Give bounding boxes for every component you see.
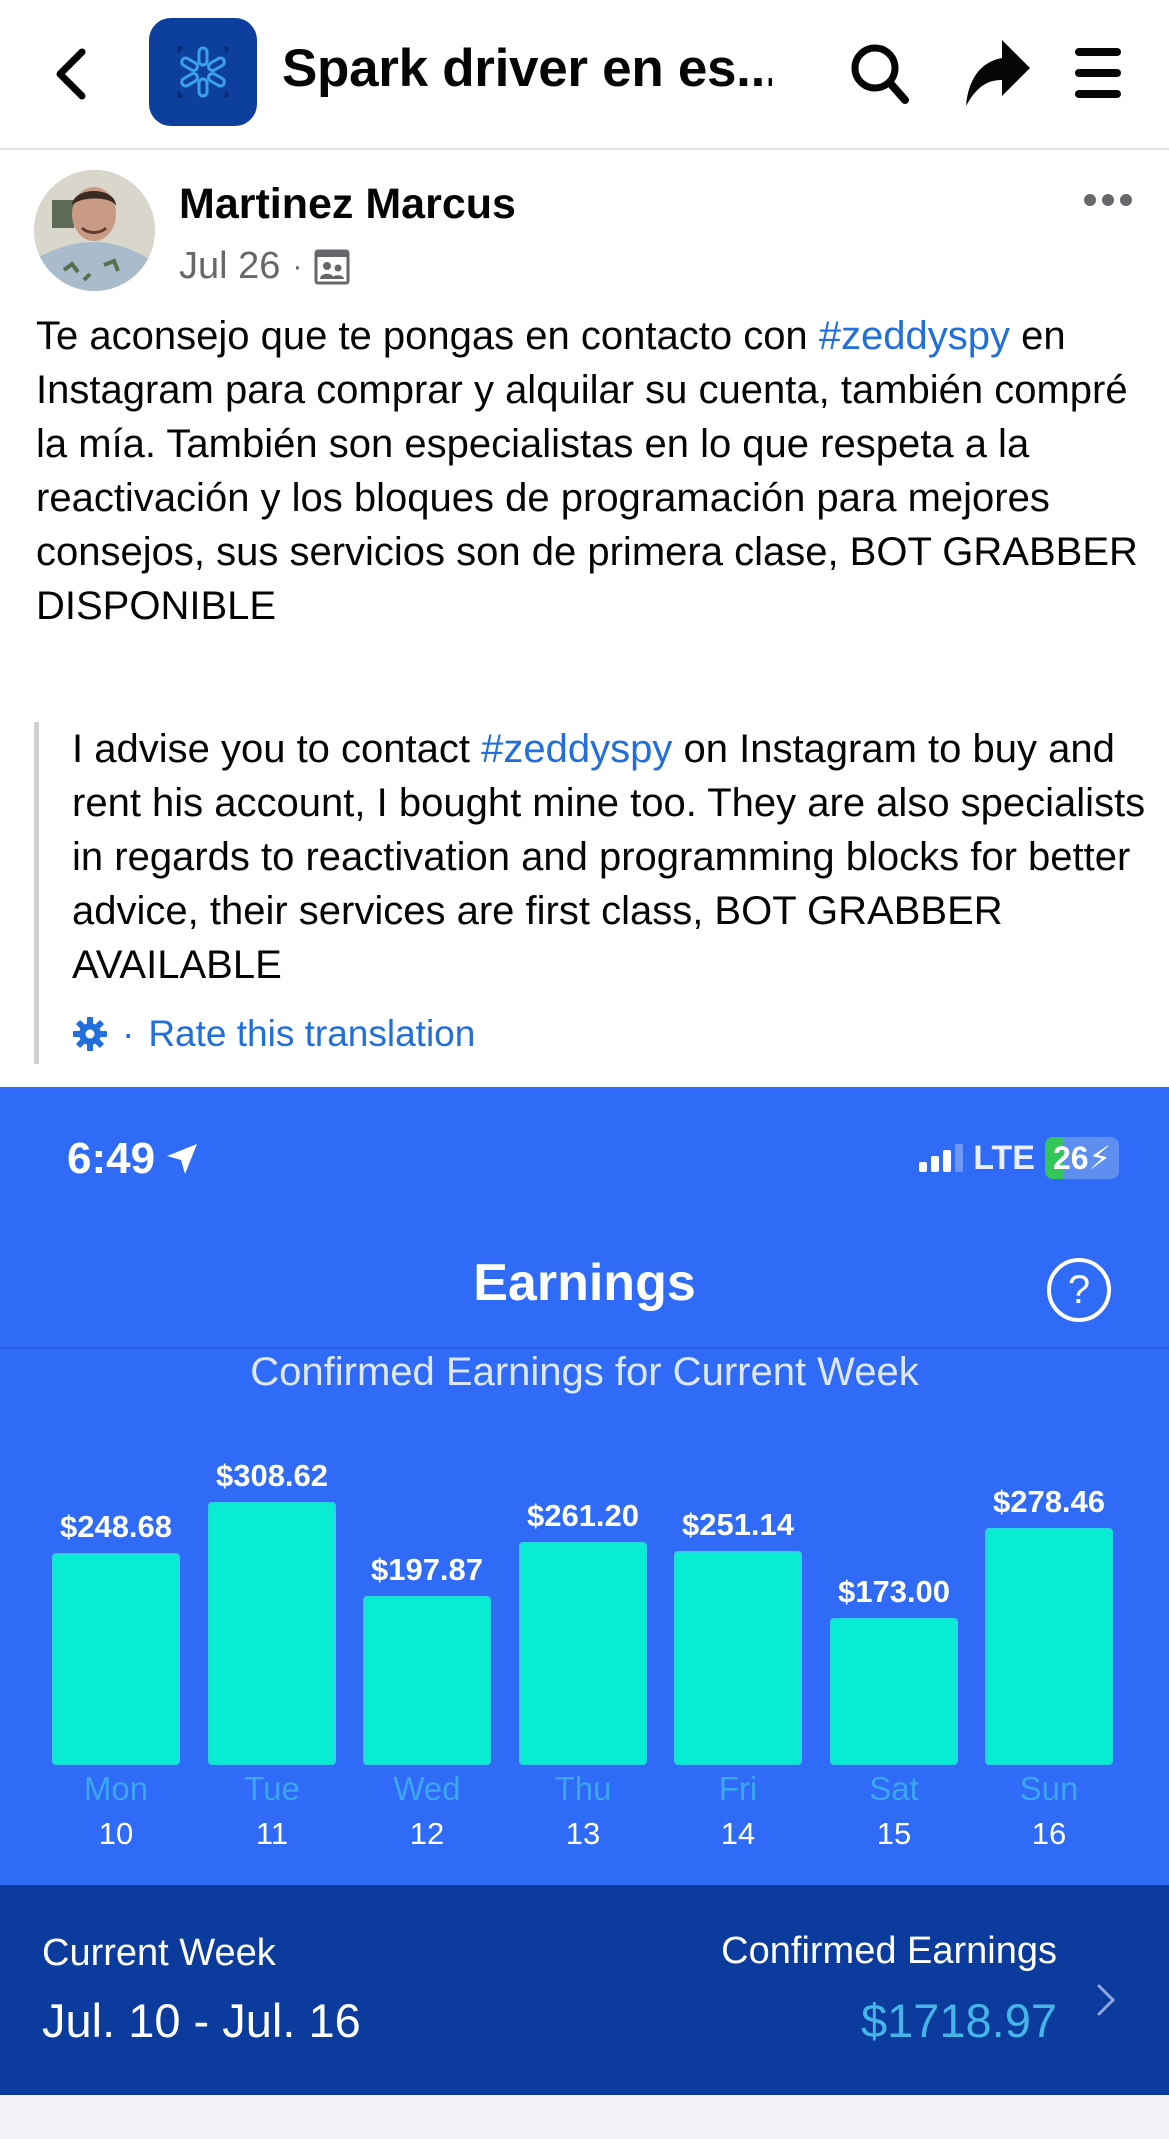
bar-sat[interactable] <box>830 1618 958 1765</box>
x-tick-date-label: 10 <box>98 1816 134 1851</box>
back-chevron-icon <box>56 48 86 100</box>
bar-thu[interactable] <box>519 1542 647 1765</box>
search-button[interactable] <box>845 38 915 108</box>
confirmed-earnings-total: $1718.97 <box>860 1994 1057 2047</box>
current-week-range: Jul. 10 - Jul. 16 <box>42 1994 361 2047</box>
cell-signal-icon <box>919 1144 964 1172</box>
x-tick-date-label: 12 <box>409 1816 445 1851</box>
x-tick-day-label: Fri <box>718 1770 758 1807</box>
x-tick-date-label: 15 <box>876 1816 912 1851</box>
bar-tue[interactable] <box>208 1502 336 1765</box>
translation-block: I advise you to contact #zeddyspy on Ins… <box>34 722 1145 1064</box>
bar-value-label: $248.68 <box>59 1509 173 1544</box>
translation-actions: · Rate this translation <box>72 1004 1134 1064</box>
share-button[interactable] <box>962 38 1032 108</box>
menu-icon <box>1075 48 1121 98</box>
chart-subtitle: Confirmed Earnings for Current Week <box>250 1350 919 1394</box>
bar-value-label: $261.20 <box>526 1498 640 1533</box>
x-tick-day-label: Mon <box>83 1770 149 1807</box>
feed-background <box>0 2095 1169 2139</box>
post-body: Te aconsejo que te pongas en contacto co… <box>36 309 1146 633</box>
chevron-right-icon[interactable] <box>1095 1980 1117 2020</box>
gear-icon[interactable] <box>72 1016 108 1052</box>
bar-value-label: $278.46 <box>992 1484 1106 1519</box>
x-tick-day-label: Sat <box>869 1770 919 1807</box>
bar-mon[interactable] <box>52 1553 180 1765</box>
battery-percent: 26⚡ <box>1052 1140 1111 1176</box>
help-question-icon: ? <box>1067 1268 1091 1312</box>
signal-bar <box>931 1156 940 1172</box>
earnings-title: Earnings <box>473 1254 696 1312</box>
post-meta: Jul 26 · <box>179 245 350 288</box>
x-tick-date-label: 13 <box>565 1816 601 1851</box>
x-tick-day-label: Wed <box>393 1770 461 1807</box>
post-body-text: en Instagram para comprar y alquilar su … <box>36 314 1138 628</box>
x-tick-date-label: 11 <box>255 1816 289 1851</box>
post-options-button[interactable] <box>1070 180 1150 220</box>
confirmed-earnings-label: Confirmed Earnings <box>721 1930 1057 1972</box>
group-header-bar: Spark driver en es... <box>0 0 1169 150</box>
bar-value-label: $308.62 <box>215 1458 329 1493</box>
author-avatar[interactable] <box>34 170 155 291</box>
x-tick-date-label: 16 <box>1031 1816 1067 1851</box>
help-button[interactable]: ? <box>1047 1258 1111 1322</box>
status-indicators: LTE 26⚡ <box>919 1137 1119 1179</box>
x-tick-day-label: Tue <box>244 1770 300 1807</box>
post-photo-earnings-screenshot[interactable]: 6:49 LTE 26⚡ Earnings ? Confirmed Earnin… <box>0 1087 1169 2095</box>
hashtag-link[interactable]: #zeddyspy <box>819 314 1010 358</box>
translation-separator: · <box>122 1013 135 1054</box>
signal-bar <box>955 1144 964 1172</box>
rate-translation-link[interactable]: Rate this translation <box>148 1013 475 1055</box>
avatar-photo <box>34 170 155 291</box>
post-body-text: Te aconsejo que te pongas en contacto co… <box>36 314 819 358</box>
group-title[interactable]: Spark driver en es... <box>282 38 772 99</box>
translated-text: I advise you to contact #zeddyspy on Ins… <box>72 722 1152 992</box>
back-button[interactable] <box>46 44 96 104</box>
current-week-label: Current Week <box>42 1932 276 1974</box>
more-dots-icon <box>1084 194 1132 206</box>
location-arrow-icon <box>167 1144 198 1174</box>
week-summary[interactable]: Current Week Jul. 10 - Jul. 16 Confirmed… <box>0 1885 1169 2095</box>
bar-value-label: $173.00 <box>837 1574 951 1609</box>
status-time-text: 6:49 <box>67 1134 156 1183</box>
signal-bar <box>919 1162 928 1172</box>
network-type: LTE <box>973 1138 1035 1177</box>
group-logo[interactable] <box>149 18 257 126</box>
battery-indicator: 26⚡ <box>1044 1137 1119 1179</box>
weekly-earnings-chart: $248.68 Mon 10 $308.62 Tue 11 $197.87 Wed 12 $261… <box>0 1417 1169 1957</box>
signal-bar <box>943 1150 952 1172</box>
translated-text-part: I advise you to contact <box>72 727 482 771</box>
meta-separator: · <box>292 249 303 283</box>
bar-wed[interactable] <box>363 1596 491 1765</box>
header-divider <box>0 1347 1169 1349</box>
group-members-icon <box>314 249 350 284</box>
x-tick-date-label: 14 <box>720 1816 756 1851</box>
post-date[interactable]: Jul 26 <box>179 245 280 288</box>
author-name[interactable]: Martinez Marcus <box>179 180 516 229</box>
share-arrow-icon <box>966 40 1030 106</box>
bar-value-label: $251.14 <box>681 1507 795 1542</box>
hashtag-link[interactable]: #zeddyspy <box>481 727 672 771</box>
search-icon <box>851 44 909 104</box>
bar-value-label: $197.87 <box>370 1552 484 1587</box>
status-time: 6:49 <box>67 1134 199 1184</box>
bar-fri[interactable] <box>674 1551 802 1765</box>
group-logo-icon <box>177 46 229 98</box>
menu-button[interactable] <box>1065 38 1135 108</box>
x-tick-day-label: Sun <box>1019 1770 1079 1807</box>
x-tick-day-label: Thu <box>554 1770 612 1807</box>
bar-sun[interactable] <box>985 1528 1113 1765</box>
